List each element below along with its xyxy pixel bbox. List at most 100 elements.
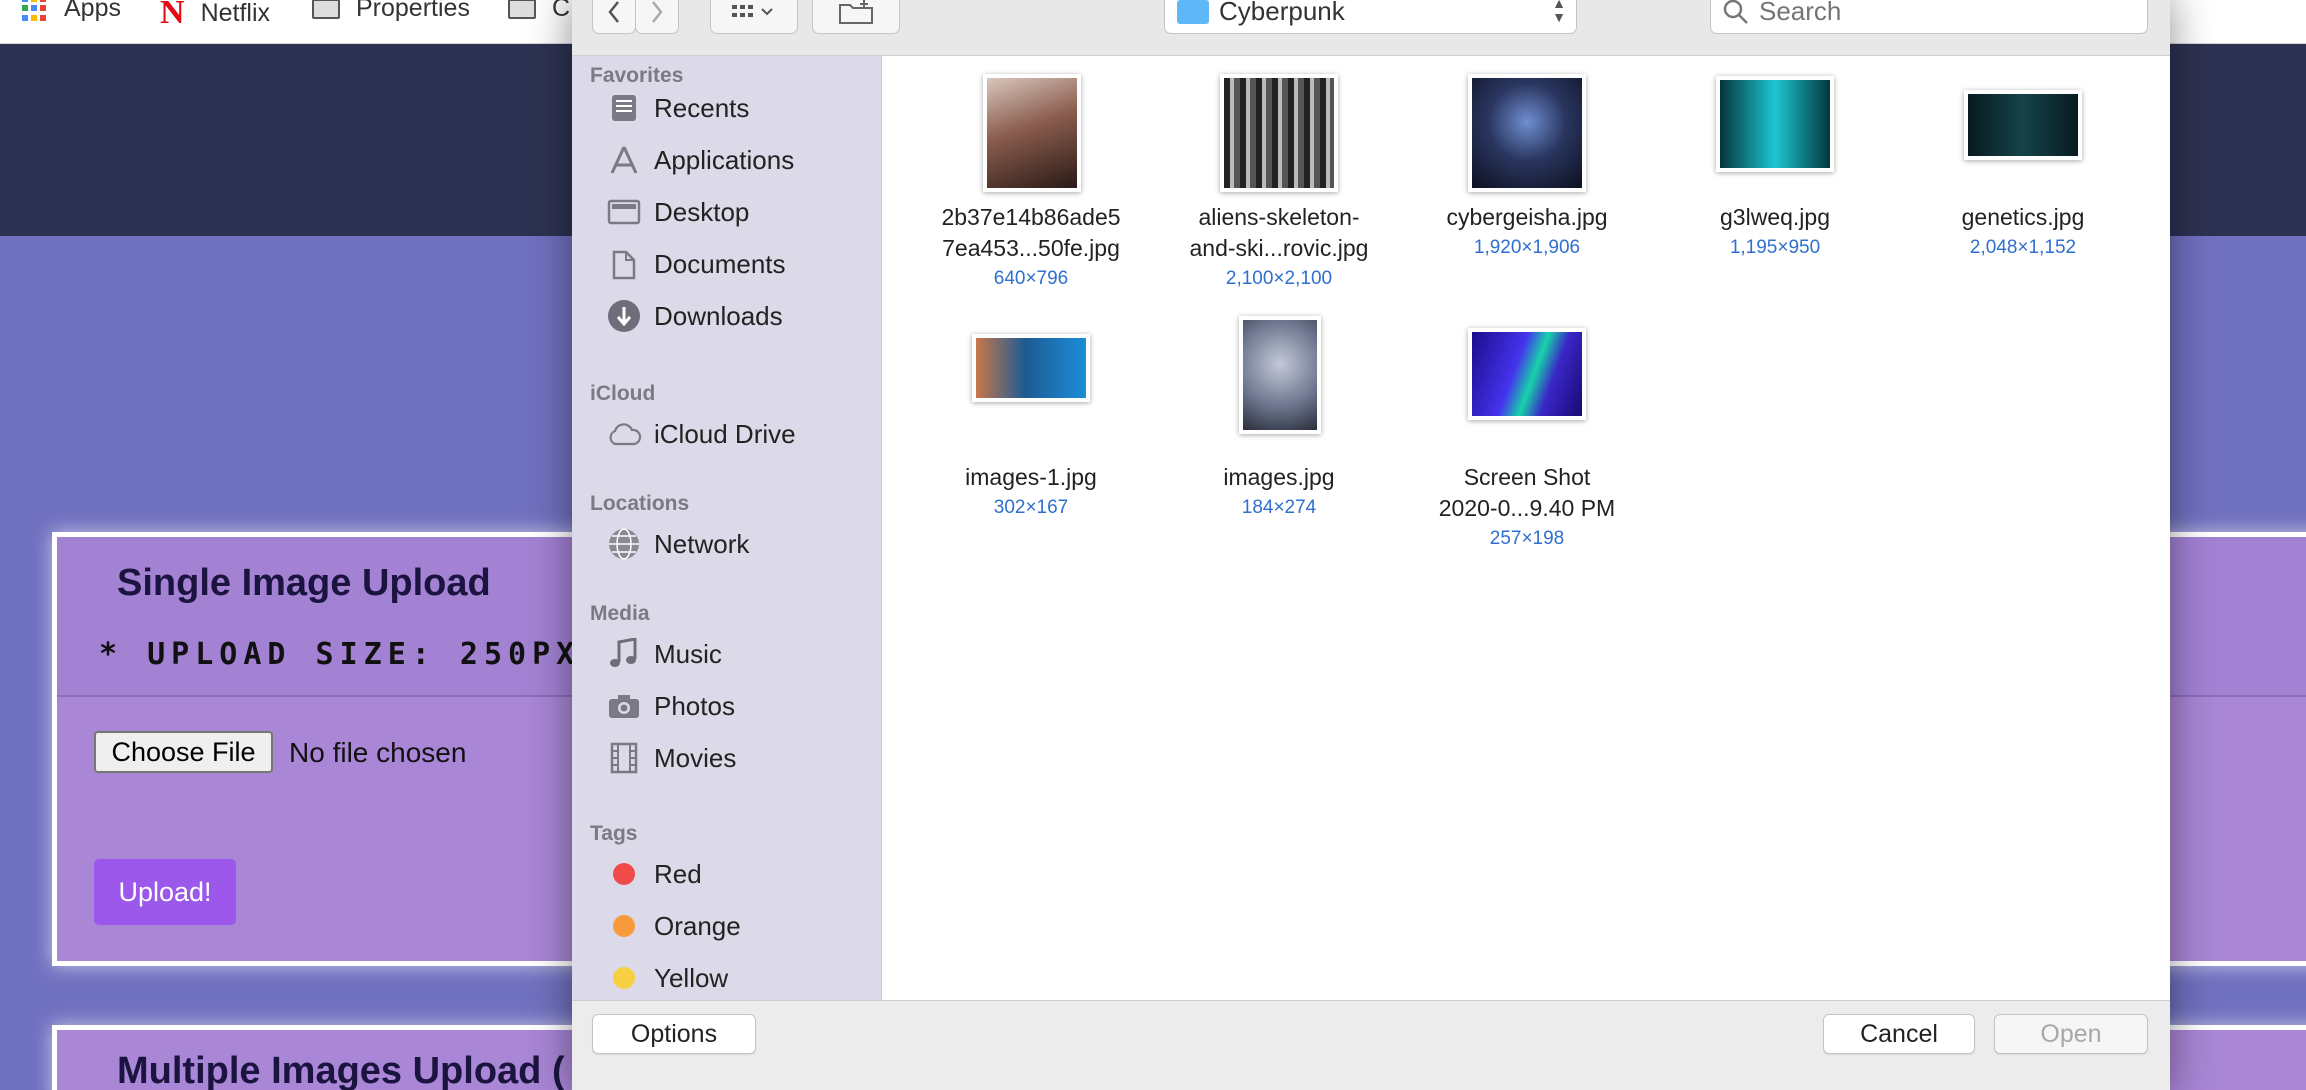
file-dimensions: 1,195×950 <box>1729 237 1821 258</box>
location-label: Cyberpunk <box>1219 0 1345 26</box>
sidebar-item-photos[interactable]: Photos <box>606 684 735 728</box>
file-dimensions: 2,100×2,100 <box>1225 268 1333 289</box>
dialog-toolbar: Cyberpunk ▲ ▼ <box>572 0 2170 56</box>
sidebar-item-label: Downloads <box>654 300 783 331</box>
file-name: 2b37e14b86ade5 7ea453...50fe.jpg <box>941 204 1121 261</box>
dialog-sidebar: Favorites Recents Applications Desktop D… <box>572 56 882 1000</box>
sidebar-section-icloud: iCloud <box>590 382 656 405</box>
desktop-icon <box>606 194 642 230</box>
sidebar-item-label: Network <box>654 528 750 559</box>
applications-icon <box>606 142 642 178</box>
back-button[interactable] <box>592 0 636 34</box>
cloud-icon <box>606 416 642 452</box>
chevron-right-icon <box>652 0 663 23</box>
bookmark-folder[interactable]: C <box>508 0 570 23</box>
bookmark-netflix[interactable]: N Netflix <box>160 0 270 32</box>
documents-icon <box>606 246 642 282</box>
red-tag-icon <box>606 856 642 892</box>
single-upload-title: Single Image Upload <box>117 562 491 604</box>
new-folder-button[interactable] <box>812 0 900 34</box>
new-folder-icon <box>839 0 873 24</box>
sidebar-item-label: Applications <box>654 144 795 175</box>
sidebar-item-network[interactable]: Network <box>606 522 749 566</box>
cancel-button[interactable]: Cancel <box>1823 1014 1975 1054</box>
sidebar-item-icloud-drive[interactable]: iCloud Drive <box>606 412 796 456</box>
bookmark-label: Netflix <box>200 0 271 27</box>
file-dimensions: 2,048×1,152 <box>1969 237 2077 258</box>
file-name: aliens-skeleton-and-ski...rovic.jpg <box>1189 204 1369 261</box>
sidebar-item-tag-orange[interactable]: Orange <box>606 904 741 948</box>
sidebar-item-applications[interactable]: Applications <box>606 138 794 182</box>
file-dimensions: 257×198 <box>1489 528 1565 549</box>
file-thumbnail <box>1468 328 1586 420</box>
file-thumbnail <box>1220 74 1338 192</box>
bookmark-apps[interactable]: Apps <box>22 0 121 23</box>
file-dimensions: 184×274 <box>1241 497 1317 518</box>
file-name: images-1.jpg <box>965 464 1097 490</box>
updown-arrows-icon: ▲ ▼ <box>1552 0 1566 25</box>
netflix-icon: N <box>160 0 185 31</box>
sidebar-item-label: Desktop <box>654 196 750 227</box>
sidebar-item-desktop[interactable]: Desktop <box>606 190 749 234</box>
file-name: genetics.jpg <box>1961 204 2085 230</box>
chevron-left-icon <box>608 0 619 23</box>
sidebar-item-label: Recents <box>654 92 750 123</box>
folder-icon <box>1177 0 1209 24</box>
folder-icon <box>312 0 340 19</box>
file-thumbnail <box>1239 316 1321 434</box>
apps-grid-icon <box>22 0 48 22</box>
sidebar-item-documents[interactable]: Documents <box>606 242 786 286</box>
yellow-tag-icon <box>606 960 642 996</box>
forward-button[interactable] <box>635 0 679 34</box>
view-mode-button[interactable] <box>710 0 798 34</box>
sidebar-item-label: Photos <box>654 690 735 721</box>
sidebar-item-label: Documents <box>654 248 786 279</box>
sidebar-item-tag-red[interactable]: Red <box>606 852 702 896</box>
bookmark-label: C <box>552 0 571 22</box>
search-input[interactable] <box>1759 0 2139 27</box>
file-dimensions: 640×796 <box>993 268 1069 289</box>
sidebar-item-tag-yellow[interactable]: Yellow <box>606 956 728 1000</box>
upload-size-note: * UPLOAD SIZE: 250PX <box>99 637 581 672</box>
sidebar-item-label: iCloud Drive <box>654 418 796 449</box>
file-open-dialog: Cyberpunk ▲▼ Favorites Recents Applicati… <box>572 0 2170 1090</box>
file-name: images.jpg <box>1223 464 1335 490</box>
file-thumbnail <box>1468 74 1586 192</box>
sidebar-item-movies[interactable]: Movies <box>606 736 736 780</box>
choose-file-button[interactable]: Choose File <box>94 731 273 773</box>
orange-tag-icon <box>606 908 642 944</box>
sidebar-item-label: Movies <box>654 742 737 773</box>
recents-icon <box>606 90 642 126</box>
location-popup[interactable]: Cyberpunk ▲ ▼ <box>1164 0 1577 34</box>
sidebar-item-label: Yellow <box>654 962 729 993</box>
dialog-footer: Options Cancel Open <box>572 1000 2170 1090</box>
bookmark-label: Properties <box>356 0 470 22</box>
sidebar-section-locations: Locations <box>590 492 690 515</box>
sidebar-item-label: Music <box>654 638 722 669</box>
camera-icon <box>606 688 642 724</box>
sidebar-item-recents[interactable]: Recents <box>606 86 749 130</box>
file-name: g3lweq.jpg <box>1720 204 1830 230</box>
file-thumbnail <box>983 74 1081 192</box>
sidebar-section-tags: Tags <box>590 822 638 845</box>
file-thumbnail <box>972 334 1090 402</box>
bookmark-properties[interactable]: Properties <box>312 0 470 23</box>
sidebar-item-music[interactable]: Music <box>606 632 722 676</box>
globe-icon <box>606 526 642 562</box>
upload-button[interactable]: Upload! <box>94 859 236 925</box>
icon-grid-view-icon <box>732 4 773 17</box>
file-thumbnail <box>1964 90 2082 160</box>
sidebar-item-label: Orange <box>654 910 741 941</box>
search-field[interactable] <box>1710 0 2148 34</box>
sidebar-section-media: Media <box>590 602 650 625</box>
folder-icon <box>508 0 536 19</box>
sidebar-item-downloads[interactable]: Downloads <box>606 294 783 338</box>
sidebar-item-label: Red <box>654 858 702 889</box>
options-button[interactable]: Options <box>592 1014 756 1054</box>
open-button[interactable]: Open <box>1994 1014 2148 1054</box>
file-dimensions: 1,920×1,906 <box>1473 237 1581 258</box>
downloads-icon <box>606 298 642 334</box>
file-grid: 2b37e14b86ade5 7ea453...50fe.jpg 640×796 … <box>883 56 2170 1000</box>
file-thumbnail <box>1716 76 1834 172</box>
file-name: Screen Shot 2020-0...9.40 PM <box>1438 464 1616 521</box>
